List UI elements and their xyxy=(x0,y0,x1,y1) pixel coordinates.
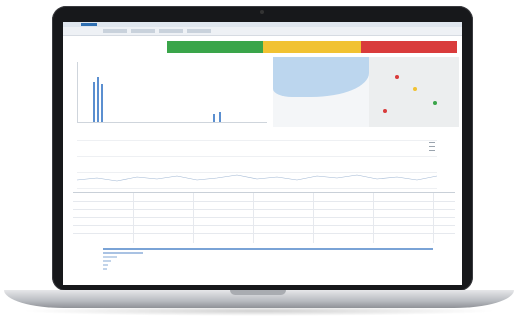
line-chart-panel xyxy=(77,140,437,190)
status-green-indicator xyxy=(167,41,263,53)
data-table xyxy=(73,192,455,243)
horizontal-bar xyxy=(103,256,117,258)
tab-3[interactable] xyxy=(159,29,183,33)
dashboard-screen xyxy=(63,22,462,285)
legend-entry xyxy=(429,142,435,143)
table-row[interactable] xyxy=(73,201,455,202)
laptop-frame xyxy=(0,0,517,323)
bar-mark xyxy=(101,84,103,122)
map-water xyxy=(273,57,369,97)
map-pin-icon[interactable] xyxy=(383,109,387,113)
table-column-divider xyxy=(133,193,134,243)
status-red-indicator xyxy=(361,41,457,53)
horizontal-bar-panel xyxy=(83,246,453,282)
status-yellow-indicator xyxy=(263,41,361,53)
table-row[interactable] xyxy=(73,209,455,210)
bar-mark xyxy=(93,82,95,122)
horizontal-bar xyxy=(103,268,107,270)
map-pin-icon[interactable] xyxy=(413,87,417,91)
bar-chart-x-axis xyxy=(77,122,267,123)
map-pin-icon[interactable] xyxy=(433,101,437,105)
table-column-divider xyxy=(193,193,194,243)
tab-4[interactable] xyxy=(187,29,211,33)
horizontal-bar xyxy=(103,252,143,254)
tab-bar xyxy=(63,27,462,36)
table-row[interactable] xyxy=(73,225,455,226)
table-column-divider xyxy=(373,193,374,243)
map-panel[interactable] xyxy=(273,57,459,127)
horizontal-bar xyxy=(103,260,111,262)
logo-mark[interactable] xyxy=(81,23,97,26)
camera-icon xyxy=(260,10,264,14)
bar-mark xyxy=(219,112,221,122)
tab-2[interactable] xyxy=(131,29,155,33)
horizontal-bar xyxy=(103,264,108,266)
status-indicator-row xyxy=(167,41,457,53)
table-row[interactable] xyxy=(73,233,455,234)
line-chart-svg xyxy=(77,174,437,182)
table-column-divider xyxy=(253,193,254,243)
bar-mark xyxy=(97,77,99,122)
table-row[interactable] xyxy=(73,217,455,218)
bar-chart-y-axis xyxy=(77,62,78,122)
table-column-divider xyxy=(313,193,314,243)
tab-1[interactable] xyxy=(103,29,127,33)
laptop-notch xyxy=(230,290,286,295)
laptop-lid xyxy=(52,6,473,291)
table-column-divider xyxy=(433,193,434,243)
bar-mark xyxy=(213,114,215,122)
map-pin-icon[interactable] xyxy=(395,75,399,79)
legend-entry xyxy=(429,146,435,147)
horizontal-bar xyxy=(103,248,433,250)
map-land xyxy=(369,57,459,127)
legend-entry xyxy=(429,150,435,151)
